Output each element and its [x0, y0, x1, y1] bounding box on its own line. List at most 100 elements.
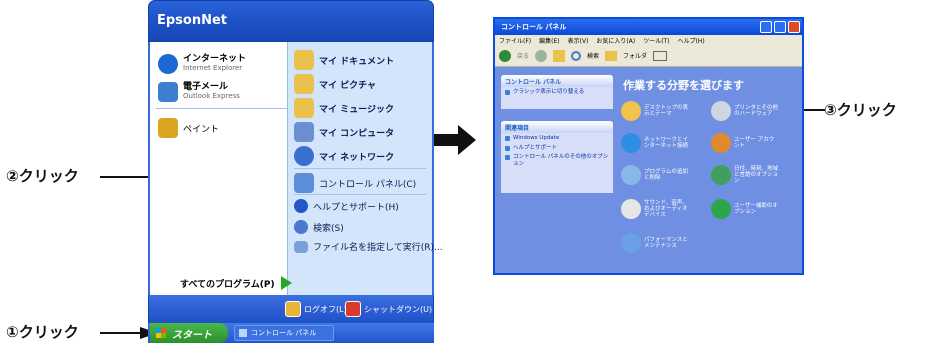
menu-favorites[interactable]: お気に入り(A) — [596, 36, 635, 45]
paint-icon — [158, 118, 178, 138]
recent-paint[interactable]: ペイント — [158, 118, 219, 138]
category-view: 作業する分野を選びます デスクトップの表示とテーマ プリンタとその他のハードウェ… — [617, 67, 802, 275]
pinned-internet-subtitle: Internet Explorer — [183, 64, 243, 73]
menu-file[interactable]: ファイル(F) — [499, 36, 531, 45]
recent-paint-title: ペイント — [183, 124, 220, 135]
mail-icon — [158, 82, 178, 102]
menu-edit[interactable]: 編集(E) — [539, 36, 559, 45]
related-other-options[interactable]: コントロール パネルのその他のオプション — [501, 152, 613, 168]
logoff-label: ログオフ(L) — [304, 304, 347, 314]
category-appearance[interactable]: デスクトップの表示とテーマ — [621, 101, 688, 121]
menu-search[interactable]: 検索(S) — [294, 220, 344, 234]
maximize-button[interactable] — [774, 21, 786, 33]
start-button[interactable]: スタート — [150, 323, 228, 343]
start-menu-header: EpsonNet — [148, 0, 434, 42]
folders-button[interactable]: フォルダ — [623, 51, 647, 60]
menu-tools[interactable]: ツール(T) — [643, 36, 669, 45]
close-button[interactable] — [788, 21, 800, 33]
menu-my-pictures[interactable]: マイ ピクチャ — [294, 74, 376, 94]
menu-help[interactable]: ヘルプとサポート(H) — [294, 199, 399, 213]
back-label[interactable]: 戻る — [517, 51, 529, 60]
category-printers-label: プリンタとその他のハードウェア — [734, 104, 778, 117]
category-performance[interactable]: パフォーマンスとメンテナンス — [621, 233, 688, 253]
category-programs[interactable]: プログラムの追加と削除 — [621, 165, 688, 185]
menu-view[interactable]: 表示(V) — [568, 36, 589, 45]
related-help-support[interactable]: ヘルプとサポート — [501, 143, 613, 153]
right-separator-2 — [294, 194, 426, 195]
category-printers[interactable]: プリンタとその他のハードウェア — [711, 101, 778, 121]
folder-icon — [294, 98, 314, 118]
key-icon — [285, 301, 301, 317]
classic-view-link[interactable]: クラシック表示に切り替える — [501, 87, 613, 97]
menu-bar: ファイル(F) 編集(E) 表示(V) お気に入り(A) ツール(T) ヘルプ(… — [495, 35, 802, 45]
folder-icon — [294, 50, 314, 70]
start-menu-right-pane: マイ ドキュメント マイ ピクチャ マイ ミュージック マイ コンピュータ マイ… — [287, 42, 443, 295]
menu-my-computer[interactable]: マイ コンピュータ — [294, 122, 394, 142]
search-toolbar-icon — [571, 50, 582, 61]
step1-label: ①クリック — [6, 323, 79, 341]
run-icon — [294, 240, 308, 253]
users-icon — [711, 133, 731, 153]
window-title: コントロール パネル — [501, 23, 567, 31]
logoff-button[interactable]: ログオフ(L) — [285, 301, 347, 317]
back-icon[interactable] — [499, 49, 511, 62]
related-windows-update[interactable]: Windows Update — [501, 133, 613, 143]
up-folder-icon[interactable] — [553, 49, 566, 62]
menu-my-computer-label: マイ コンピュータ — [319, 128, 395, 139]
windows-logo-icon — [156, 328, 166, 338]
category-sound[interactable]: サウンド、音声、およびオーディオ デバイス — [621, 199, 688, 219]
search-button[interactable]: 検索 — [587, 51, 599, 60]
computer-icon — [294, 122, 314, 142]
user-name: EpsonNet — [157, 13, 228, 28]
power-icon — [345, 301, 361, 317]
menu-my-music[interactable]: マイ ミュージック — [294, 98, 394, 118]
menu-my-pictures-label: マイ ピクチャ — [319, 80, 377, 91]
pinned-email[interactable]: 電子メール Outlook Express — [158, 82, 240, 102]
shutdown-button[interactable]: シャットダウン(U) — [345, 301, 432, 317]
menu-my-network[interactable]: マイ ネットワーク — [294, 146, 394, 166]
category-accessibility[interactable]: ユーザー補助のオプション — [711, 199, 778, 219]
performance-icon — [621, 233, 641, 253]
green-arrow-icon — [280, 276, 292, 290]
folders-icon — [605, 50, 618, 61]
start-menu-footer: ログオフ(L) シャットダウン(U) — [148, 295, 434, 323]
desktop-icon — [621, 101, 641, 121]
menu-search-label: 検索(S) — [313, 223, 344, 234]
taskbar-item-control-panel[interactable]: コントロール パネル — [234, 325, 334, 341]
menu-control-panel[interactable]: コントロール パネル(C) — [294, 173, 416, 193]
menu-run-label: ファイル名を指定して実行(R)... — [313, 243, 443, 253]
category-date-time[interactable]: 日付、時刻、地域と言語のオプション — [711, 165, 778, 185]
category-sound-label: サウンド、音声、およびオーディオ デバイス — [644, 199, 688, 219]
left-separator — [156, 108, 288, 109]
menu-run[interactable]: ファイル名を指定して実行(R)... — [294, 240, 443, 253]
start-menu-left-pane: インターネット Internet Explorer 電子メール Outlook … — [150, 42, 288, 295]
category-accessibility-label: ユーザー補助のオプション — [734, 202, 778, 215]
category-users[interactable]: ユーザー アカウント — [711, 133, 778, 153]
right-separator — [294, 168, 426, 169]
pinned-email-subtitle: Outlook Express — [183, 92, 240, 101]
forward-icon[interactable] — [535, 49, 548, 62]
window-titlebar[interactable]: コントロール パネル — [495, 19, 802, 35]
control-panel-window: コントロール パネル ファイル(F) 編集(E) 表示(V) お気に入り(A) … — [493, 17, 804, 275]
menu-control-panel-label: コントロール パネル(C) — [319, 179, 417, 190]
menu-my-documents[interactable]: マイ ドキュメント — [294, 50, 394, 70]
menu-help-label: ヘルプとサポート(H) — [313, 202, 399, 213]
start-menu: EpsonNet インターネット Internet Explorer 電子メール… — [148, 0, 443, 343]
all-programs-button[interactable]: すべてのプログラム(P) — [180, 276, 292, 290]
taskbar-item-label: コントロール パネル — [251, 329, 317, 337]
related-topics-box: 関連項目 Windows Update ヘルプとサポート コントロール パネルの… — [501, 121, 613, 193]
shutdown-label: シャットダウン(U) — [364, 304, 433, 314]
start-menu-body: インターネット Internet Explorer 電子メール Outlook … — [148, 42, 443, 295]
menu-my-documents-label: マイ ドキュメント — [319, 56, 395, 67]
ie-icon — [158, 54, 178, 74]
category-network[interactable]: ネットワークとインターネット接続 — [621, 133, 688, 153]
views-icon[interactable] — [653, 50, 668, 61]
all-programs-label: すべてのプログラム(P) — [180, 279, 275, 290]
search-icon — [294, 220, 308, 234]
minimize-button[interactable] — [760, 21, 772, 33]
globe-icon — [711, 165, 731, 185]
menu-help[interactable]: ヘルプ(H) — [678, 36, 705, 45]
control-panel-small-icon — [239, 329, 247, 337]
pinned-internet[interactable]: インターネット Internet Explorer — [158, 54, 246, 74]
help-icon — [294, 199, 308, 213]
